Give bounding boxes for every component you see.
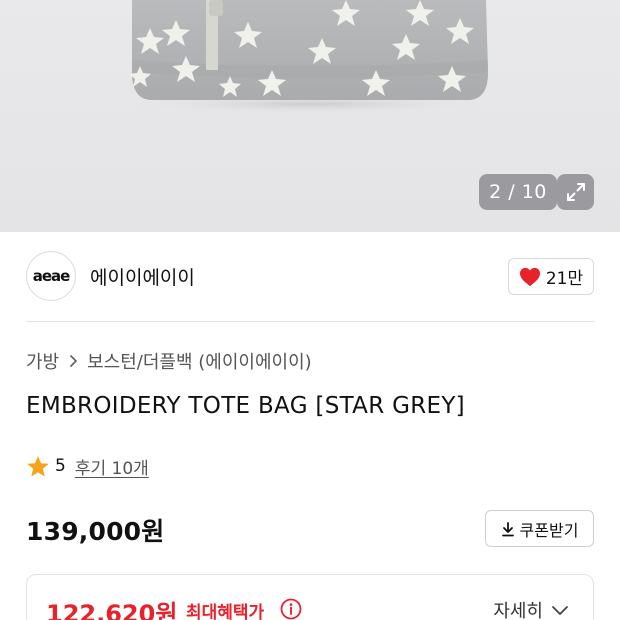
rating-score: 5: [55, 456, 66, 476]
breadcrumb-item-category[interactable]: 가방: [26, 348, 59, 374]
coupon-button[interactable]: 쿠폰받기: [485, 510, 594, 547]
breadcrumb: 가방 보스턴/더플백 (에이이에이이): [26, 348, 312, 374]
breadcrumb-item-subcategory[interactable]: 보스턴/더플백 (에이이에이이): [87, 348, 312, 374]
coupon-label: 쿠폰받기: [519, 520, 579, 540]
max-benefit-label: 최대혜택가: [186, 603, 265, 620]
brand-logo[interactable]: aeae: [26, 251, 76, 301]
expand-image-button[interactable]: [557, 174, 594, 210]
detail-label: 자세히: [493, 601, 543, 620]
detail-toggle[interactable]: 자세히: [493, 597, 569, 620]
star-icon: [27, 455, 49, 476]
brand-name[interactable]: 에이이에이이: [90, 263, 195, 290]
chevron-right-icon: [68, 354, 78, 368]
divider: [26, 321, 594, 322]
product-image-gallery[interactable]: 2 / 10: [0, 0, 620, 232]
expand-icon: [566, 183, 585, 201]
brand-row: aeae 에이이에이이 21만: [26, 250, 594, 302]
like-button[interactable]: 21만: [508, 258, 594, 295]
product-title: EMBROIDERY TOTE BAG [STAR GREY]: [26, 393, 465, 419]
review-count-link[interactable]: 후기 10개: [75, 454, 149, 479]
max-benefit-price: 122,620원: [46, 600, 178, 620]
brand-logo-text: aeae: [32, 267, 71, 285]
rating-row: 5 후기 10개: [26, 452, 149, 480]
chevron-down-icon: [552, 606, 568, 615]
heart-icon: [519, 267, 540, 286]
download-icon: [501, 521, 514, 536]
max-benefit-box[interactable]: 122,620원 최대혜택가 자세히: [26, 574, 594, 620]
original-price: 139,000원: [26, 517, 165, 546]
like-count: 21만: [545, 269, 584, 289]
image-counter: 2 / 10: [479, 174, 557, 210]
info-icon[interactable]: [280, 598, 302, 620]
